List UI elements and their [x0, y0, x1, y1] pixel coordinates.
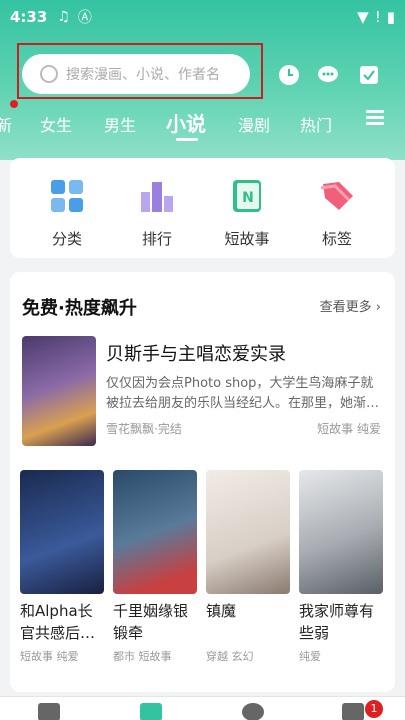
category-card: 分类 排行 N 短故事 标签 — [10, 158, 395, 258]
bar-chart-icon — [139, 178, 175, 214]
free-hot-section: 免费·热度飙升 查看更多 › 贝斯手与主唱恋爱实录 仅仅因为会点Photo sh… — [10, 272, 395, 692]
bookshelf-icon[interactable] — [38, 703, 60, 720]
category-label: 排行 — [141, 230, 172, 248]
section-title: 免费·热度飙升 — [22, 298, 137, 319]
book-item[interactable]: 我家师尊有些弱 纯爱 — [299, 470, 383, 664]
checkin-icon[interactable] — [356, 62, 382, 88]
book-title: 镇魔 — [206, 602, 237, 620]
tag-icon — [319, 178, 355, 214]
featured-book-tags: 短故事 纯爱 — [317, 422, 381, 436]
featured-book-title[interactable]: 贝斯手与主唱恋爱实录 — [106, 340, 286, 366]
book-tags: 短故事 纯爱 — [20, 650, 79, 663]
alert-icon: ! — [374, 8, 381, 26]
search-highlight-box — [17, 43, 263, 99]
category-classify[interactable]: 分类 — [32, 178, 102, 249]
music-icon: ♫ — [57, 9, 70, 25]
a-icon: Ⓐ — [77, 10, 92, 26]
tab-new[interactable]: 新 — [0, 112, 12, 136]
n-book-icon: N — [229, 178, 265, 214]
book-tags: 纯爱 — [299, 650, 321, 663]
clock-icon[interactable] — [276, 62, 302, 88]
tab-hot[interactable]: 热门 — [300, 112, 332, 136]
chat-icon[interactable] — [315, 62, 341, 88]
book-title: 和Alpha长官共感后… — [20, 602, 96, 642]
wifi-icon: ▼ — [357, 8, 369, 26]
tab-male[interactable]: 男生 — [104, 112, 136, 136]
home-icon[interactable] — [140, 703, 162, 720]
book-item[interactable]: 镇魔 穿越 玄幻 — [206, 470, 290, 664]
tab-novel[interactable]: 小说 — [166, 108, 206, 137]
book-cover — [113, 470, 197, 594]
category-label: 短故事 — [224, 230, 270, 248]
book-cover — [299, 470, 383, 594]
book-tags: 都市 短故事 — [113, 650, 172, 663]
featured-book-cover[interactable] — [22, 336, 96, 446]
book-title: 千里姻缘银锻牵 — [113, 602, 189, 642]
community-icon[interactable] — [242, 703, 264, 720]
category-label: 标签 — [321, 230, 352, 248]
status-time: 4:33 — [10, 8, 48, 26]
category-label: 分类 — [51, 230, 82, 248]
battery-icon: ▮ — [386, 8, 395, 26]
featured-book-description: 仅仅因为会点Photo shop，大学生鸟海麻子就被拉去给朋友的乐队当经纪人。在… — [106, 376, 380, 411]
see-more-link[interactable]: 查看更多 › — [320, 296, 381, 315]
tab-short-drama[interactable]: 漫剧 — [238, 112, 270, 136]
book-title: 我家师尊有些弱 — [299, 602, 375, 642]
menu-icon[interactable] — [366, 110, 384, 126]
tab-female[interactable]: 女生 — [40, 112, 72, 136]
svg-text:N: N — [242, 190, 254, 206]
grid-icon — [49, 178, 85, 214]
book-tags: 穿越 玄幻 — [206, 650, 254, 663]
profile-icon[interactable] — [342, 703, 364, 720]
book-cover — [20, 470, 104, 594]
category-tags[interactable]: 标签 — [302, 178, 372, 249]
category-short-story[interactable]: N 短故事 — [212, 178, 282, 249]
featured-book-author: 雪花飘飘·完结 — [106, 422, 182, 436]
book-item[interactable]: 千里姻缘银锻牵 都市 短故事 — [113, 470, 197, 664]
book-item[interactable]: 和Alpha长官共感后… 短故事 纯爱 — [20, 470, 104, 664]
notification-badge: 1 — [365, 700, 383, 718]
bottom-nav — [0, 696, 405, 720]
status-bar: 4:33 ♫ Ⓐ ▼ ! ▮ — [0, 0, 405, 34]
tab-bar: 新 女生 男生 小说 漫剧 热门 — [0, 104, 405, 144]
active-tab-indicator — [176, 138, 198, 141]
category-ranking[interactable]: 排行 — [122, 178, 192, 249]
book-cover — [206, 470, 290, 594]
